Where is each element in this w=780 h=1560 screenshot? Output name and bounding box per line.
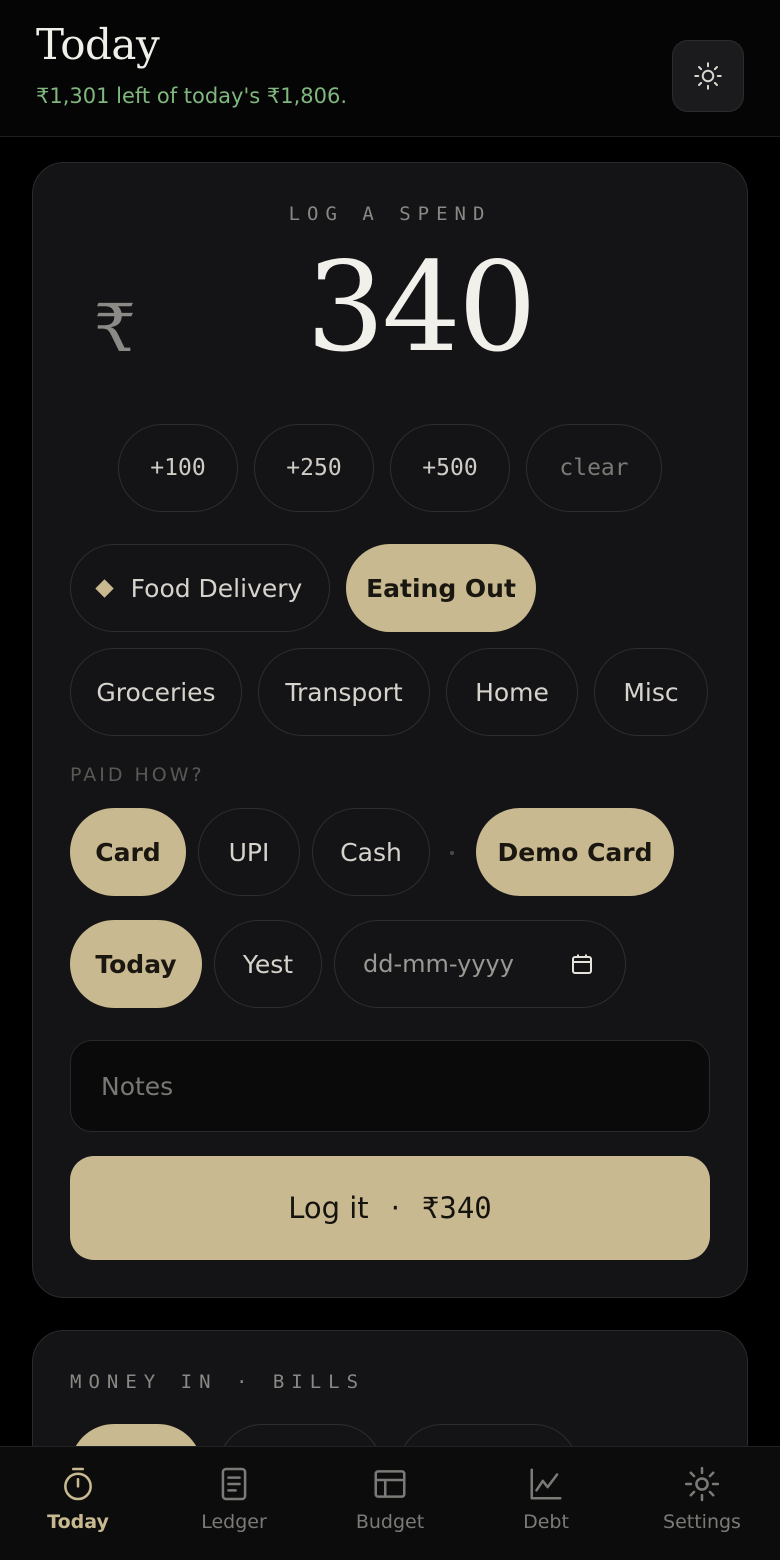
gear-icon bbox=[684, 1466, 720, 1502]
sun-icon bbox=[694, 62, 722, 90]
log-it-label: Log it bbox=[288, 1191, 369, 1225]
log-spend-label: LOG A SPEND bbox=[288, 203, 492, 225]
currency-symbol: ₹ bbox=[94, 290, 136, 367]
date-input[interactable]: dd-mm-yyyy bbox=[334, 920, 626, 1008]
theme-toggle-button[interactable] bbox=[672, 40, 744, 112]
quick-add-100-button[interactable]: +100 bbox=[118, 424, 238, 512]
quick-add-250-button[interactable]: +250 bbox=[254, 424, 374, 512]
nav-label: Today bbox=[47, 1511, 109, 1533]
app-header: Today ₹1,301 left of today's ₹1,806. bbox=[0, 0, 780, 137]
log-it-amount: ₹340 bbox=[421, 1191, 492, 1225]
money-in-label: MONEY IN · BILLS bbox=[70, 1371, 366, 1393]
nav-label: Budget bbox=[355, 1511, 425, 1533]
category-misc[interactable]: Misc bbox=[594, 648, 708, 736]
budget-remaining-text: ₹1,301 left of today's ₹1,806. bbox=[36, 84, 348, 108]
grid-icon bbox=[374, 1470, 406, 1498]
date-yesterday-button[interactable]: Yest bbox=[214, 920, 322, 1008]
quick-add-500-button[interactable]: +500 bbox=[390, 424, 510, 512]
bottom-nav: Today Ledger Budget Debt Settings bbox=[0, 1446, 780, 1560]
nav-label: Settings bbox=[663, 1511, 741, 1533]
page-title: Today bbox=[36, 20, 160, 69]
category-label: Food Delivery bbox=[130, 573, 303, 603]
nav-label: Ledger bbox=[201, 1511, 267, 1533]
card-select-button[interactable]: Demo Card bbox=[476, 808, 674, 896]
nav-item-settings[interactable]: Settings bbox=[624, 1447, 780, 1560]
date-today-button[interactable]: Today bbox=[70, 920, 202, 1008]
payment-card-button[interactable]: Card bbox=[70, 808, 186, 896]
paid-how-label: PAID HOW? bbox=[70, 764, 205, 786]
category-groceries[interactable]: Groceries bbox=[70, 648, 242, 736]
nav-item-budget[interactable]: Budget bbox=[312, 1447, 468, 1560]
notes-input[interactable] bbox=[70, 1040, 710, 1132]
calendar-icon[interactable] bbox=[571, 953, 593, 975]
category-food-delivery[interactable]: Food Delivery bbox=[70, 544, 330, 632]
nav-item-debt[interactable]: Debt bbox=[468, 1447, 624, 1560]
date-placeholder: dd-mm-yyyy bbox=[363, 950, 514, 978]
log-it-separator: · bbox=[390, 1191, 400, 1225]
category-home[interactable]: Home bbox=[446, 648, 578, 736]
nav-label: Debt bbox=[523, 1511, 569, 1533]
amount-display[interactable]: 340 bbox=[300, 236, 540, 380]
chart-line-icon bbox=[530, 1468, 562, 1500]
category-eating-out[interactable]: Eating Out bbox=[346, 544, 536, 632]
timer-icon bbox=[64, 1467, 92, 1501]
diamond-icon bbox=[94, 578, 114, 598]
log-it-button[interactable]: Log it · ₹340 bbox=[70, 1156, 710, 1260]
category-transport[interactable]: Transport bbox=[258, 648, 430, 736]
nav-item-ledger[interactable]: Ledger bbox=[156, 1447, 312, 1560]
document-icon bbox=[221, 1467, 247, 1501]
separator-dot bbox=[450, 851, 454, 855]
payment-upi-button[interactable]: UPI bbox=[198, 808, 300, 896]
payment-cash-button[interactable]: Cash bbox=[312, 808, 430, 896]
clear-amount-button[interactable]: clear bbox=[526, 424, 662, 512]
nav-item-today[interactable]: Today bbox=[0, 1447, 156, 1560]
